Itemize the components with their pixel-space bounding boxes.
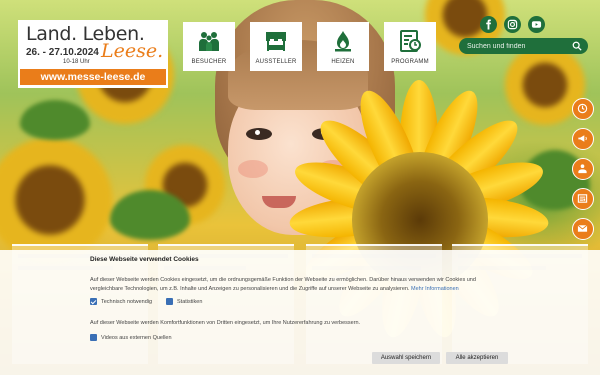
- accept-all-button[interactable]: Alle akzeptieren: [446, 352, 508, 364]
- schedule-icon: [400, 30, 421, 52]
- nav-programm[interactable]: PROGRAMM: [384, 22, 436, 71]
- side-button-ticket[interactable]: [572, 158, 594, 180]
- search-input[interactable]: [467, 40, 567, 52]
- checkbox-technisch-notwendig[interactable]: Technisch notwendig: [90, 298, 152, 305]
- mail-icon: [577, 224, 588, 232]
- side-button-mail[interactable]: [572, 218, 594, 240]
- checkbox-statistiken[interactable]: Statistiken: [166, 298, 202, 305]
- side-button-clock[interactable]: [572, 98, 594, 120]
- checkbox-label: Videos aus externen Quellen: [101, 334, 172, 341]
- newspaper-icon: [577, 194, 588, 203]
- checkbox-label: Technisch notwendig: [101, 298, 153, 305]
- logo-time: 10-18 Uhr: [63, 59, 90, 65]
- market-stall-icon: [266, 32, 286, 51]
- flame-drop-icon: [335, 31, 351, 52]
- cookie-banner: Diese Webseite verwendet Cookies Auf die…: [0, 250, 600, 375]
- side-button-news[interactable]: [572, 188, 594, 210]
- cookie-title: Diese Webseite verwendet Cookies: [90, 256, 199, 263]
- checkbox-unchecked-icon[interactable]: [166, 298, 173, 305]
- checkbox-videos[interactable]: Videos aus externen Quellen: [90, 334, 172, 341]
- nav-label: BESUCHER: [191, 59, 227, 65]
- comfort-text: Auf dieser Webseite werden Komfortfunkti…: [90, 320, 361, 326]
- ticket-person-icon: [578, 164, 587, 174]
- logo-dates: 26. - 27.10.2024: [26, 47, 99, 58]
- youtube-link[interactable]: [528, 16, 545, 33]
- nav-aussteller[interactable]: AUSSTELLER: [250, 22, 302, 71]
- facebook-icon: [486, 19, 492, 30]
- side-button-megaphone[interactable]: [572, 128, 594, 150]
- clock-icon: [577, 103, 588, 114]
- nav-label: PROGRAMM: [391, 59, 429, 65]
- instagram-icon: [507, 19, 518, 30]
- visitors-icon: [198, 32, 220, 51]
- save-selection-button[interactable]: Auswahl speichern: [372, 352, 440, 364]
- nav-label: AUSSTELLER: [255, 59, 297, 65]
- checkbox-checked-icon[interactable]: [90, 298, 97, 305]
- nav-label: HEIZEN: [331, 59, 355, 65]
- instagram-link[interactable]: [504, 16, 521, 33]
- nav-heizen[interactable]: HEIZEN: [317, 22, 369, 71]
- logo-script: Leese.: [101, 40, 164, 62]
- site-logo[interactable]: Land. Leben. Leese. 26. - 27.10.2024 10-…: [18, 20, 168, 88]
- cookie-text: Auf dieser Webseite werden Cookies einge…: [90, 276, 510, 293]
- search-bar: [459, 38, 588, 54]
- megaphone-icon: [578, 135, 587, 142]
- logo-url: www.messe-leese.de: [20, 69, 166, 85]
- facebook-link[interactable]: [480, 16, 497, 33]
- nav-besucher[interactable]: BESUCHER: [183, 22, 235, 71]
- checkbox-label: Statistiken: [177, 298, 203, 305]
- search-icon[interactable]: [572, 41, 582, 51]
- youtube-icon: [531, 21, 542, 28]
- checkbox-unchecked-icon[interactable]: [90, 334, 97, 341]
- more-info-link[interactable]: Mehr Informationen: [411, 286, 459, 292]
